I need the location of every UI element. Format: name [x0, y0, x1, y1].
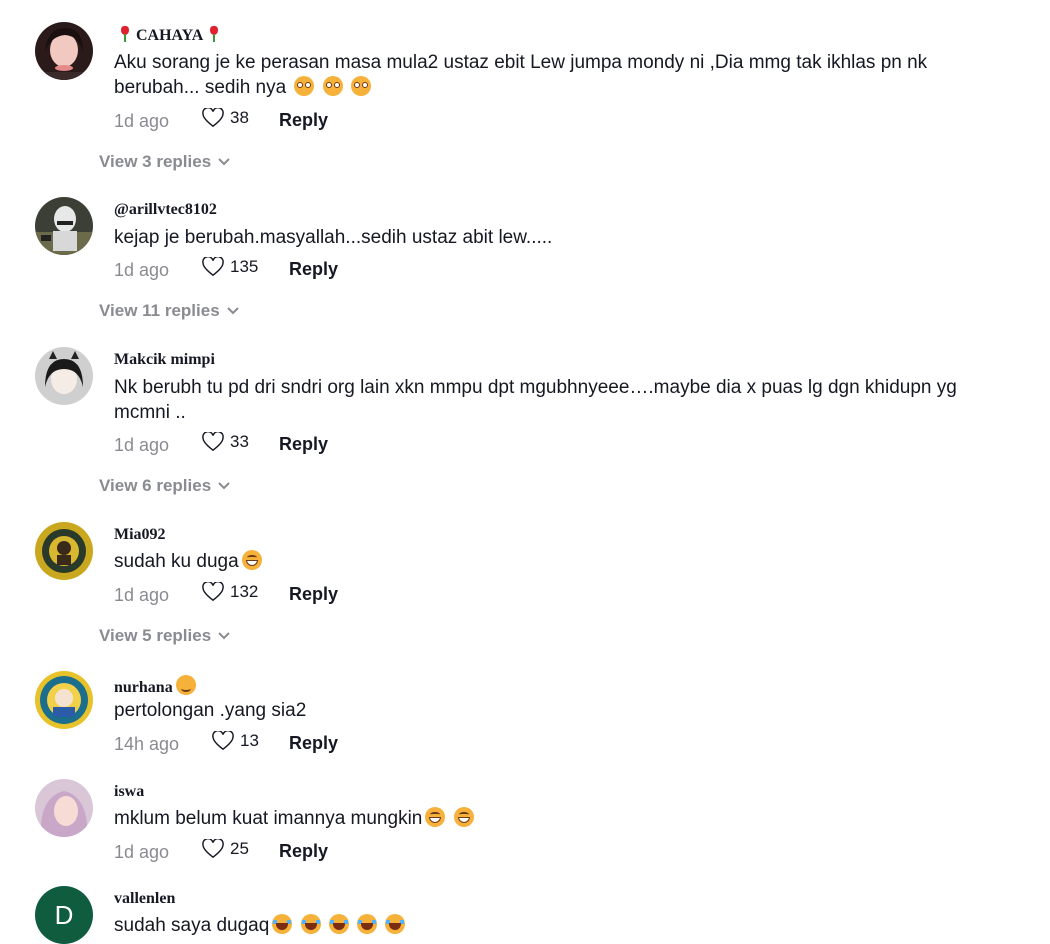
comment-text: sudah ku duga	[114, 549, 1014, 574]
username-text: CAHAYA	[136, 27, 204, 44]
username[interactable]: nurhana	[114, 675, 196, 697]
username-text: nurhana	[114, 679, 173, 696]
like-button[interactable]: 25	[202, 839, 249, 859]
comment-body: kejap je berubah.masyallah...sedih ustaz…	[114, 227, 553, 248]
view-replies-label: View 3 replies	[99, 152, 212, 171]
like-count: 135	[230, 257, 259, 276]
reply-button[interactable]: Reply	[279, 110, 328, 131]
timestamp: 1d ago	[114, 842, 170, 862]
comment-text: Nk berubh tu pd dri sndri org lain xkn m…	[114, 375, 1014, 425]
grinning-face-icon	[425, 807, 446, 827]
username[interactable]: Makcik mimpi	[114, 351, 215, 369]
view-replies-label: View 11 replies	[99, 301, 220, 320]
heart-icon	[202, 108, 224, 128]
comment-text: sudah saya dugaq	[114, 913, 1014, 938]
comment-body: Aku sorang je ke perasan masa mula2 usta…	[114, 52, 928, 98]
avatar[interactable]	[35, 197, 93, 255]
heart-icon	[202, 432, 224, 452]
rose-icon	[120, 26, 130, 42]
reply-button[interactable]: Reply	[279, 434, 328, 455]
like-button[interactable]: 38	[202, 108, 249, 128]
heart-icon	[202, 257, 224, 277]
chevron-down-icon	[218, 482, 230, 490]
like-button[interactable]: 33	[202, 432, 249, 452]
avatar[interactable]	[35, 779, 93, 837]
like-count: 33	[230, 432, 249, 451]
tears-of-joy-icon	[385, 914, 406, 934]
avatar[interactable]	[35, 522, 93, 580]
comment-text: kejap je berubah.masyallah...sedih ustaz…	[114, 225, 1014, 250]
view-replies-label: View 5 replies	[99, 626, 212, 645]
like-count: 13	[240, 731, 259, 750]
view-replies-button[interactable]: View 11 replies	[99, 301, 240, 321]
like-count: 38	[230, 108, 249, 127]
hugging-face-icon	[175, 675, 196, 695]
reply-button[interactable]: Reply	[289, 584, 338, 605]
view-replies-button[interactable]: View 3 replies	[99, 152, 231, 172]
like-button[interactable]: 13	[212, 731, 259, 751]
timestamp: 1d ago	[114, 435, 170, 455]
username[interactable]: vallenlen	[114, 890, 175, 908]
avatar-letter: D	[54, 899, 74, 930]
username[interactable]: iswa	[114, 783, 144, 801]
reply-button[interactable]: Reply	[289, 259, 338, 280]
tears-of-joy-icon	[357, 914, 378, 934]
timestamp: 1d ago	[114, 585, 170, 605]
grinning-face-icon	[241, 550, 262, 570]
avatar[interactable]	[35, 671, 93, 729]
reply-button[interactable]: Reply	[289, 733, 338, 754]
heart-icon	[202, 582, 224, 602]
username[interactable]: @arillvtec8102	[114, 201, 217, 219]
username[interactable]: Mia092	[114, 526, 166, 544]
timestamp: 1d ago	[114, 111, 170, 131]
comment-body: sudah saya dugaq	[114, 915, 270, 936]
view-replies-button[interactable]: View 5 replies	[99, 626, 231, 646]
comment-body: mklum belum kuat imannya mungkin	[114, 808, 423, 829]
comment-body: Nk berubh tu pd dri sndri org lain xkn m…	[114, 377, 957, 423]
heart-icon	[202, 839, 224, 859]
chevron-down-icon	[218, 632, 230, 640]
avatar[interactable]	[35, 22, 93, 80]
tears-of-joy-icon	[300, 914, 321, 934]
heart-icon	[212, 731, 234, 751]
view-replies-button[interactable]: View 6 replies	[99, 476, 231, 496]
pleading-face-icon	[351, 76, 372, 96]
comment-text: mklum belum kuat imannya mungkin	[114, 806, 1014, 831]
comment-text: Aku sorang je ke perasan masa mula2 usta…	[114, 50, 1014, 100]
like-button[interactable]: 132	[202, 582, 258, 602]
comment-body: sudah ku duga	[114, 551, 239, 572]
view-replies-label: View 6 replies	[99, 476, 212, 495]
timestamp: 1d ago	[114, 260, 170, 280]
grinning-face-icon	[453, 807, 474, 827]
tears-of-joy-icon	[328, 914, 349, 934]
comment-body: pertolongan .yang sia2	[114, 700, 307, 721]
rose-icon	[209, 26, 219, 42]
pleading-face-icon	[294, 76, 315, 96]
avatar[interactable]: D	[35, 886, 93, 944]
like-count: 132	[230, 582, 259, 601]
avatar[interactable]	[35, 347, 93, 405]
pleading-face-icon	[322, 76, 343, 96]
like-count: 25	[230, 839, 249, 858]
timestamp: 14h ago	[114, 734, 180, 754]
chevron-down-icon	[218, 158, 230, 166]
reply-button[interactable]: Reply	[279, 841, 328, 862]
username[interactable]: CAHAYA	[114, 26, 225, 45]
like-button[interactable]: 135	[202, 257, 258, 277]
tears-of-joy-icon	[272, 914, 293, 934]
comment-text: pertolongan .yang sia2	[114, 698, 1014, 723]
chevron-down-icon	[226, 307, 239, 315]
